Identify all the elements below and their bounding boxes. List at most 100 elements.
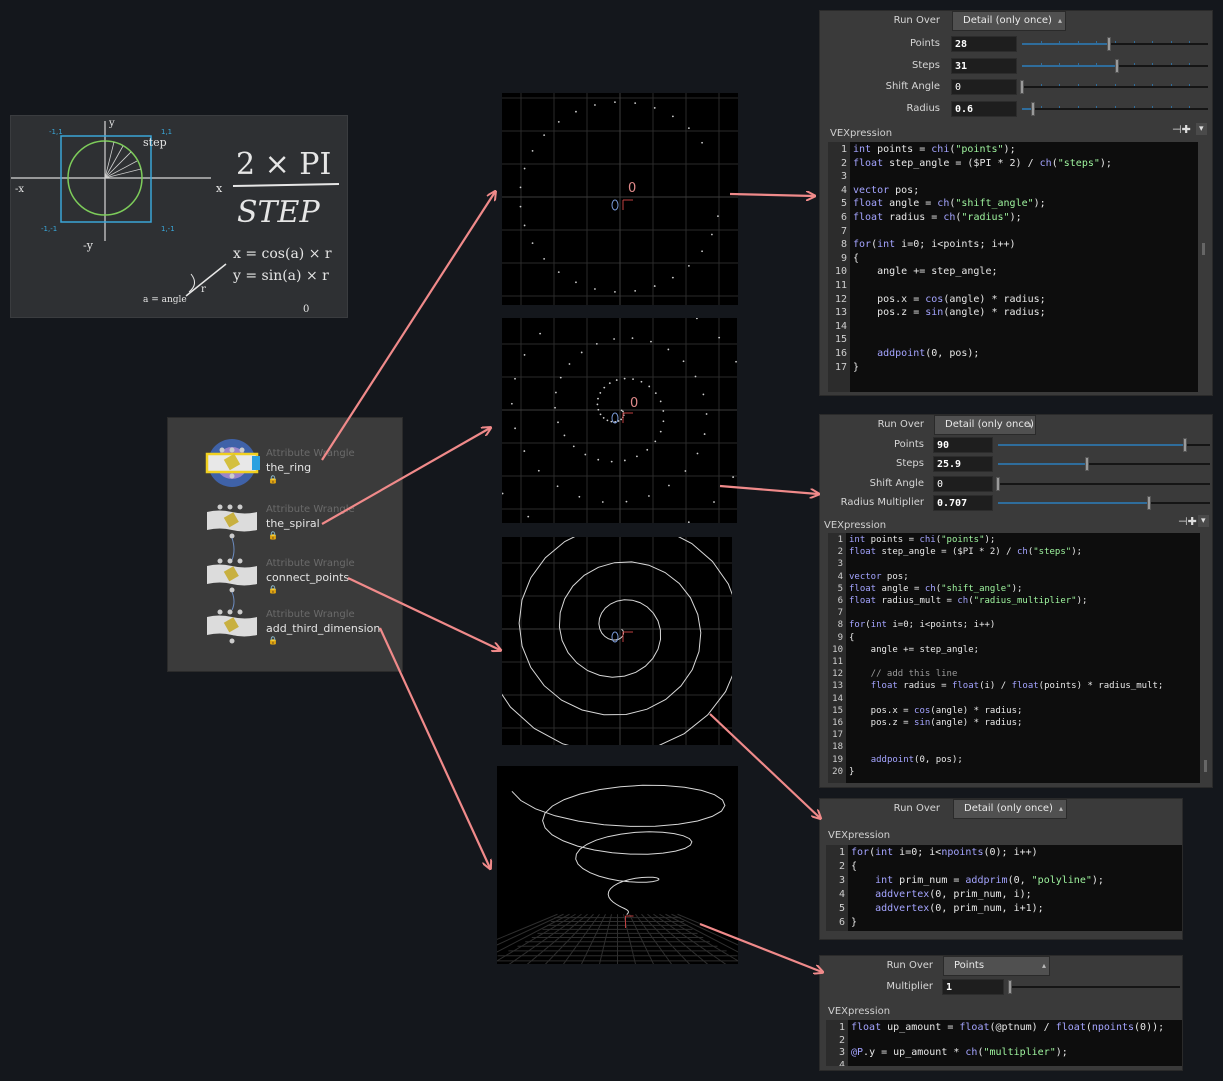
slider-tick <box>1133 84 1135 86</box>
slider-handle[interactable] <box>1031 101 1036 116</box>
line-number: 6 <box>838 917 845 928</box>
slider-handle[interactable] <box>1008 980 1012 994</box>
lock-icon[interactable]: 🔒 <box>268 585 278 594</box>
run-over-dropdown[interactable]: Detail (only once) ▴ <box>953 799 1067 819</box>
param-label: Radius <box>906 102 940 114</box>
param-slider[interactable] <box>998 438 1210 452</box>
spiral-point <box>596 403 599 406</box>
slider-handle[interactable] <box>1085 457 1090 472</box>
lock-icon[interactable]: 🔒 <box>268 475 278 484</box>
param-value-field[interactable]: 90 <box>933 437 993 453</box>
slider-tick <box>1115 84 1116 86</box>
run-over-dropdown[interactable]: Detail (only once) ▴ <box>952 11 1066 31</box>
spiral-point <box>636 455 638 458</box>
slider-tick <box>1133 41 1135 43</box>
param-slider[interactable] <box>1022 58 1208 73</box>
param-panel-the-ring: Run Over Detail (only once) ▴ Points 28 St… <box>819 10 1213 396</box>
viewport-spiral-3d[interactable] <box>497 766 738 964</box>
param-slider[interactable] <box>1022 101 1208 116</box>
param-slider[interactable] <box>998 495 1210 510</box>
line-number: 20 <box>832 766 843 777</box>
vex-code-editor[interactable]: 1 int points = chi("points"); 2 float step_… <box>828 142 1198 392</box>
slider-tick <box>1115 105 1116 108</box>
viewport-ring[interactable]: 0 <box>502 93 738 305</box>
slider-handle[interactable] <box>996 476 1000 491</box>
line-number: 13 <box>834 307 847 319</box>
slider-tick <box>1059 105 1061 108</box>
param-slider[interactable] <box>1020 80 1208 94</box>
slider-handle[interactable] <box>1146 495 1151 510</box>
line-number: 11 <box>834 280 847 291</box>
spiral-point <box>555 391 557 394</box>
run-over-dropdown[interactable]: Points ▴ <box>943 956 1050 976</box>
slider-handle[interactable] <box>1182 438 1187 452</box>
vex-menu-chevron-icon[interactable]: ▾ <box>1196 123 1207 135</box>
ring-point <box>710 233 713 236</box>
scrollbar-handle[interactable] <box>1202 243 1205 255</box>
param-slider[interactable] <box>1008 980 1180 994</box>
vex-code-editor[interactable]: 1 for(int i=0; i<npoints(0); i++) 2 {3 int … <box>826 845 1182 931</box>
vex-tools-icon[interactable]: ⊣✚ <box>1178 515 1197 528</box>
vex-tools-icon[interactable]: ⊣✚ <box>1172 123 1191 136</box>
spiral-point <box>662 410 665 412</box>
viewport-spiral-line[interactable] <box>502 537 732 745</box>
viewport-spiral-points[interactable]: 0 <box>502 318 737 523</box>
param-label: Points <box>909 38 940 49</box>
lock-icon[interactable]: 🔒 <box>268 636 278 645</box>
lock-icon[interactable]: 🔒 <box>268 531 278 540</box>
line-number: 15 <box>834 334 847 346</box>
code-line: addpoint(0, pos); <box>870 754 963 765</box>
slider-tick <box>1115 41 1116 43</box>
ring-point <box>671 115 674 118</box>
spiral-point <box>523 450 526 452</box>
code-line: vector pos; <box>849 571 909 582</box>
param-value-field[interactable]: 28 <box>951 36 1017 52</box>
slider-handle[interactable] <box>1020 80 1024 94</box>
code-line: int points = chi("points"); <box>853 144 1016 155</box>
run-over-dropdown[interactable]: Detail (only once) ▴ <box>934 415 1036 435</box>
svg-text:1,-1: 1,-1 <box>161 225 175 233</box>
spiral-point <box>502 492 504 495</box>
param-slider[interactable] <box>1022 37 1208 51</box>
param-value-field[interactable]: 0 <box>951 79 1017 95</box>
spiral-point <box>559 376 562 379</box>
param-value-field[interactable]: 31 <box>951 57 1017 74</box>
code-line: { <box>853 252 860 264</box>
slider-tick <box>1152 62 1154 65</box>
chalkboard-image: step x y -y -x 1,1 -1,1 1,-1 -1,-1 2 × PI … <box>10 115 348 318</box>
param-value-field[interactable]: 0.6 <box>951 100 1017 117</box>
spiral-point <box>718 336 721 339</box>
spiral-point <box>640 380 643 383</box>
code-line: { <box>849 632 855 643</box>
code-line: float step_angle = ($PI * 2) / ch("steps… <box>849 547 1083 558</box>
slider-handle[interactable] <box>1107 37 1112 51</box>
spiral-point <box>597 458 600 461</box>
vex-menu-chevron-icon[interactable]: ▾ <box>1198 515 1209 527</box>
param-value-field[interactable]: 0.707 <box>933 494 993 511</box>
line-number: 3 <box>837 559 843 570</box>
code-line: pos.z = sin(angle) * radius; <box>853 307 1046 319</box>
scrollbar-handle[interactable] <box>1204 760 1207 772</box>
line-number: 14 <box>834 320 847 332</box>
spiral-point <box>514 377 516 380</box>
param-value-field[interactable]: 0 <box>933 475 993 492</box>
param-value-field[interactable]: 25.9 <box>933 456 993 473</box>
param-value-field[interactable]: 1 <box>942 979 1004 995</box>
slider-tick <box>1096 62 1098 65</box>
code-line: for(int i=0; i<npoints(0); i++) <box>851 847 1038 858</box>
param-row: Shift Angle 0 <box>820 78 1212 96</box>
code-line: for(int i=0; i<points; i++) <box>853 239 1016 251</box>
spiral-point <box>732 476 735 478</box>
line-number: 9 <box>837 632 843 643</box>
slider-tick <box>1189 62 1191 65</box>
spiral-point <box>597 408 600 411</box>
spiral-point <box>646 448 649 451</box>
vex-code-editor[interactable]: 1 float up_amount = float(@ptnum) / float… <box>826 1020 1182 1066</box>
vex-code-editor[interactable]: 1 int points = chi("points"); 2 float step_… <box>828 533 1200 783</box>
line-number: 8 <box>840 239 847 251</box>
param-slider[interactable] <box>996 476 1210 491</box>
param-slider[interactable] <box>998 457 1210 472</box>
slider-handle[interactable] <box>1114 58 1119 73</box>
spiral-point <box>514 427 516 430</box>
spiral-point <box>668 484 670 487</box>
